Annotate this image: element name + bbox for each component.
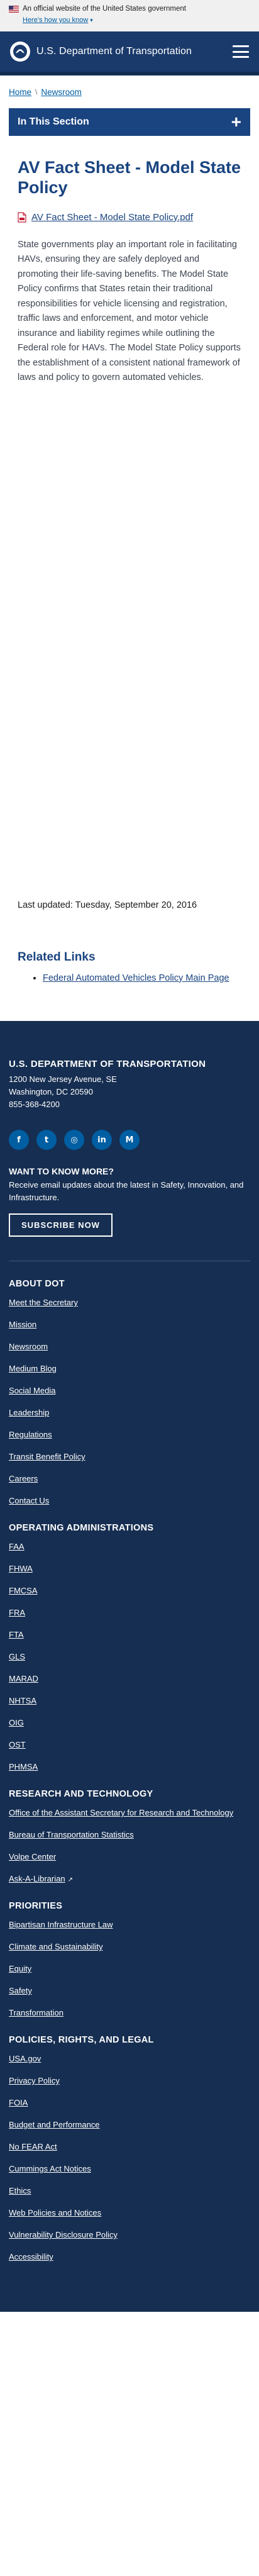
phone-number: 855-368-4200 [9, 1099, 60, 1109]
ask-a-librarian-label[interactable]: Ask-A-Librarian [9, 1874, 65, 1883]
facebook-icon[interactable]: f [9, 1130, 29, 1151]
footer-section-priorities: PRIORITIES Bipartisan Infrastructure Law… [9, 1901, 250, 2017]
footer-address: 1200 New Jersey Avenue, SE Washington, D… [9, 1073, 250, 1111]
related-link[interactable]: Federal Automated Vehicles Policy Main P… [43, 973, 229, 983]
pdf-file-icon [18, 212, 26, 223]
how-you-know-label[interactable]: Here's how you know [23, 16, 88, 24]
footer-link-contact-us[interactable]: Contact Us [9, 1496, 250, 1505]
footer-link-climate-sustainability[interactable]: Climate and Sustainability [9, 1942, 250, 1951]
hamburger-menu-icon[interactable] [233, 45, 249, 58]
footer-link-no-fear-act[interactable]: No FEAR Act [9, 2142, 250, 2151]
footer-link-volpe[interactable]: Volpe Center [9, 1852, 250, 1861]
footer-section-heading: ABOUT DOT [9, 1279, 65, 1290]
footer-link-foia[interactable]: FOIA [9, 2098, 250, 2107]
breadcrumb-newsroom-link[interactable]: Newsroom [41, 87, 82, 97]
footer-section-heading: POLICIES, RIGHTS, AND LEGAL [9, 2035, 154, 2046]
footer-link-accessibility[interactable]: Accessibility [9, 2252, 250, 2261]
in-this-section-label: In This Section [18, 116, 89, 127]
pdf-file-link[interactable]: AV Fact Sheet - Model State Policy.pdf [18, 212, 241, 223]
us-flag-icon [9, 5, 19, 13]
footer-section-heading: PRIORITIES [9, 1901, 63, 1912]
footer-link-careers[interactable]: Careers [9, 1474, 250, 1483]
footer-link-mission[interactable]: Mission [9, 1320, 250, 1329]
footer-link-newsroom[interactable]: Newsroom [9, 1342, 250, 1351]
twitter-icon[interactable]: t [36, 1130, 57, 1151]
official-website-text: An official website of the United States… [23, 5, 186, 13]
footer-link-fmcsa[interactable]: FMCSA [9, 1586, 250, 1595]
footer-link-ask-a-librarian[interactable]: Ask-A-Librarian ↗ [9, 1874, 250, 1883]
footer-link-web-policies[interactable]: Web Policies and Notices [9, 2208, 250, 2217]
footer-link-leadership[interactable]: Leadership [9, 1408, 250, 1417]
footer-link-regulations[interactable]: Regulations [9, 1430, 250, 1439]
in-this-section-toggle[interactable]: In This Section + [9, 108, 250, 136]
medium-icon[interactable]: M [119, 1130, 140, 1151]
footer-link-fhwa[interactable]: FHWA [9, 1564, 250, 1573]
footer-link-budget-performance[interactable]: Budget and Performance [9, 2120, 250, 2129]
body-paragraph: State governments play an important role… [18, 239, 241, 383]
related-links-section: Related Links Federal Automated Vehicles… [18, 951, 241, 983]
footer-section-about-dot: ABOUT DOT Meet the Secretary Mission New… [9, 1279, 250, 1505]
footer-link-usa-gov[interactable]: USA.gov [9, 2054, 250, 2063]
footer-link-bts[interactable]: Bureau of Transportation Statistics [9, 1830, 250, 1839]
main-content: AV Fact Sheet - Model State Policy AV Fa… [0, 136, 259, 983]
breadcrumb-separator: \ [35, 87, 38, 96]
dot-logo-text[interactable]: U.S. Department of Transportation [36, 46, 192, 57]
footer-link-fra[interactable]: FRA [9, 1608, 250, 1617]
address-line-2: Washington, DC 20590 [9, 1086, 93, 1096]
footer-section-policies: POLICIES, RIGHTS, AND LEGAL USA.gov Priv… [9, 2035, 250, 2261]
dot-logo[interactable]: U.S. Department of Transportation [10, 42, 192, 62]
chevron-down-icon: ▾ [90, 17, 93, 23]
footer-section-heading: RESEARCH AND TECHNOLOGY [9, 1789, 153, 1800]
footer-link-ost[interactable]: OST [9, 1740, 250, 1749]
footer-link-oast[interactable]: Office of the Assistant Secretary for Re… [9, 1808, 250, 1817]
related-links-heading: Related Links [18, 950, 96, 964]
related-link-item: Federal Automated Vehicles Policy Main P… [43, 973, 241, 983]
footer-section-operating-administrations: OPERATING ADMINISTRATIONS FAA FHWA FMCSA… [9, 1523, 250, 1771]
footer-link-medium-blog[interactable]: Medium Blog [9, 1364, 250, 1373]
external-link-icon: ↗ [67, 1876, 73, 1884]
footer-section-heading: OPERATING ADMINISTRATIONS [9, 1523, 154, 1534]
pdf-file-link-text[interactable]: AV Fact Sheet - Model State Policy.pdf [31, 212, 193, 223]
social-links: f t ◎ in M [9, 1130, 250, 1151]
footer-link-privacy-policy[interactable]: Privacy Policy [9, 2076, 250, 2085]
newsletter-heading: WANT TO KNOW MORE? [9, 1166, 114, 1177]
plus-icon[interactable]: + [231, 113, 241, 131]
footer-link-vulnerability-disclosure[interactable]: Vulnerability Disclosure Policy [9, 2230, 250, 2239]
instagram-icon[interactable]: ◎ [64, 1130, 84, 1151]
footer-link-fta[interactable]: FTA [9, 1630, 250, 1639]
footer-section-research-technology: RESEARCH AND TECHNOLOGY Office of the As… [9, 1789, 250, 1883]
footer-link-transit-benefit-policy[interactable]: Transit Benefit Policy [9, 1452, 250, 1461]
linkedin-icon[interactable]: in [92, 1130, 112, 1151]
breadcrumb: Home \ Newsroom [0, 75, 259, 101]
footer-link-equity[interactable]: Equity [9, 1964, 250, 1973]
footer-link-cummings-act[interactable]: Cummings Act Notices [9, 2164, 250, 2173]
footer-link-phmsa[interactable]: PHMSA [9, 1762, 250, 1771]
footer-link-gls[interactable]: GLS [9, 1652, 250, 1661]
footer-org-name: U.S. DEPARTMENT OF TRANSPORTATION [9, 1058, 206, 1069]
footer-link-ethics[interactable]: Ethics [9, 2186, 250, 2195]
page-title: AV Fact Sheet - Model State Policy [18, 158, 241, 198]
footer-link-nhtsa[interactable]: NHTSA [9, 1696, 250, 1705]
subscribe-button[interactable]: SUBSCRIBE NOW [9, 1213, 113, 1237]
footer-link-social-media[interactable]: Social Media [9, 1386, 250, 1395]
breadcrumb-home-link[interactable]: Home [9, 87, 31, 97]
footer-link-transformation[interactable]: Transformation [9, 2008, 250, 2017]
gov-banner: An official website of the United States… [0, 0, 259, 31]
site-footer: U.S. DEPARTMENT OF TRANSPORTATION 1200 N… [0, 1020, 259, 2312]
footer-link-marad[interactable]: MARAD [9, 1674, 250, 1683]
related-links-list: Federal Automated Vehicles Policy Main P… [18, 973, 241, 983]
footer-link-bipartisan-infrastructure-law[interactable]: Bipartisan Infrastructure Law [9, 1920, 250, 1929]
last-updated-text: Last updated: Tuesday, September 20, 201… [18, 900, 197, 910]
footer-link-faa[interactable]: FAA [9, 1542, 250, 1551]
footer-link-meet-the-secretary[interactable]: Meet the Secretary [9, 1298, 250, 1307]
site-header: U.S. Department of Transportation [0, 31, 259, 75]
newsletter-block: WANT TO KNOW MORE? Receive email updates… [9, 1166, 250, 1237]
footer-link-oig[interactable]: OIG [9, 1718, 250, 1727]
dot-seal-icon [10, 42, 30, 62]
newsletter-text: Receive email updates about the latest i… [9, 1180, 244, 1202]
footer-link-safety[interactable]: Safety [9, 1986, 250, 1995]
address-line-1: 1200 New Jersey Avenue, SE [9, 1074, 117, 1084]
how-you-know-toggle[interactable]: Here's how you know ▾ [9, 16, 250, 24]
